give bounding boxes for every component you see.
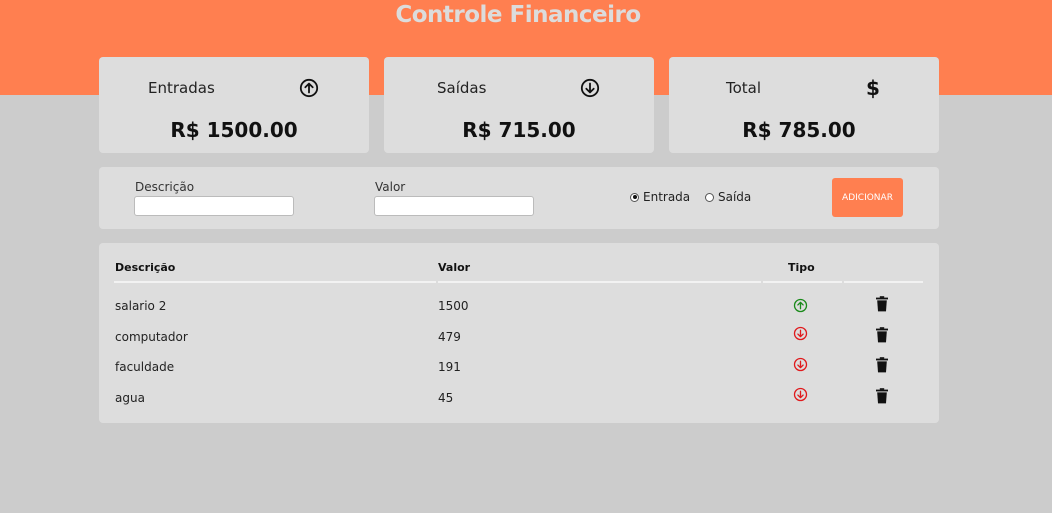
type-radio-income[interactable]: Entrada xyxy=(630,190,690,204)
page-title: Controle Financeiro xyxy=(395,2,641,28)
expenses-card: Saídas R$ 715.00 xyxy=(384,57,654,153)
arrow-down-circle-icon xyxy=(793,357,808,372)
amount-input[interactable] xyxy=(374,196,534,216)
type-radio-expense[interactable]: Saída xyxy=(705,190,751,204)
column-header-description: Descrição xyxy=(115,261,176,274)
dollar-icon: $ xyxy=(866,76,880,100)
income-card-label: Entradas xyxy=(148,79,215,97)
row-description: salario 2 xyxy=(115,299,167,313)
transaction-form: Descrição Valor Entrada Saída ADICIONAR xyxy=(99,167,939,229)
header-divider xyxy=(763,281,842,283)
amount-label: Valor xyxy=(375,180,406,194)
expenses-card-label: Saídas xyxy=(437,79,487,97)
add-button[interactable]: ADICIONAR xyxy=(832,178,903,217)
row-amount: 191 xyxy=(438,360,461,374)
income-card: Entradas R$ 1500.00 xyxy=(99,57,369,153)
radio-expense-label: Saída xyxy=(718,190,752,204)
arrow-up-circle-icon xyxy=(299,78,319,98)
row-amount: 1500 xyxy=(438,299,469,313)
trash-icon[interactable] xyxy=(875,388,889,404)
balance-total-value: R$ 785.00 xyxy=(742,118,856,142)
radio-income-label: Entrada xyxy=(643,190,691,204)
description-label: Descrição xyxy=(135,180,195,194)
radio-expense-button[interactable] xyxy=(705,192,714,202)
description-input[interactable] xyxy=(134,196,294,216)
trash-icon[interactable] xyxy=(875,357,889,373)
arrow-down-circle-icon xyxy=(793,326,808,341)
header-divider xyxy=(438,281,761,283)
total-card: Total $ R$ 785.00 xyxy=(669,57,939,153)
transactions-table: Descrição Valor Tipo salario 2 1500 comp… xyxy=(99,243,939,423)
header-divider xyxy=(844,281,923,283)
table-row: computador 479 xyxy=(99,321,939,351)
table-row: agua 45 xyxy=(99,382,939,412)
trash-icon[interactable] xyxy=(875,327,889,343)
row-description: agua xyxy=(115,391,145,405)
table-row: salario 2 1500 xyxy=(99,290,939,320)
column-header-type: Tipo xyxy=(788,261,815,274)
income-total-value: R$ 1500.00 xyxy=(170,118,298,142)
row-description: faculdade xyxy=(115,360,175,374)
expenses-total-value: R$ 715.00 xyxy=(462,118,576,142)
row-description: computador xyxy=(115,330,188,344)
trash-icon[interactable] xyxy=(875,296,889,312)
row-amount: 479 xyxy=(438,330,461,344)
radio-income-button[interactable] xyxy=(630,192,639,202)
arrow-down-circle-icon xyxy=(580,78,600,98)
row-amount: 45 xyxy=(438,391,454,405)
header-divider xyxy=(114,281,436,283)
total-card-label: Total xyxy=(726,79,762,97)
arrow-up-circle-icon xyxy=(793,298,808,313)
column-header-amount: Valor xyxy=(438,261,471,274)
arrow-down-circle-icon xyxy=(793,387,808,402)
table-row: faculdade 191 xyxy=(99,351,939,381)
